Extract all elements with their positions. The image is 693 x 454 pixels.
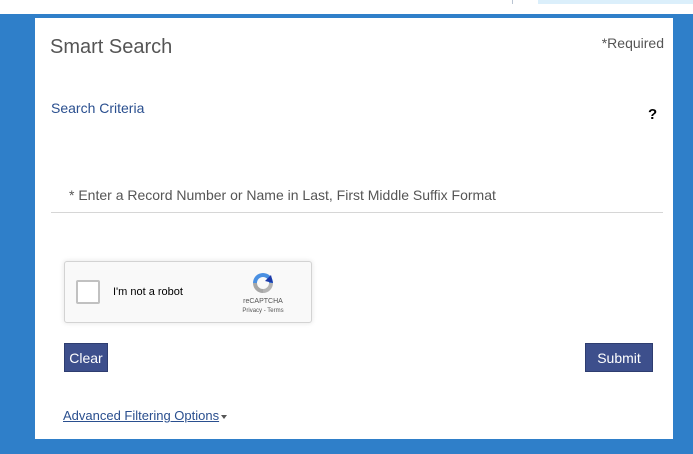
advanced-filtering-toggle[interactable]: Advanced Filtering Options bbox=[63, 408, 228, 423]
top-tab bbox=[538, 0, 693, 4]
recaptcha-checkbox[interactable] bbox=[76, 280, 100, 304]
top-separator bbox=[512, 0, 513, 4]
frame-left-border bbox=[0, 14, 35, 454]
recaptcha-widget: I'm not a robot reCAPTCHA Privacy - Term… bbox=[64, 261, 312, 323]
frame-bottom-border bbox=[35, 439, 673, 454]
frame-right-border bbox=[673, 14, 693, 454]
required-note: *Required bbox=[601, 35, 664, 51]
submit-button[interactable]: Submit bbox=[585, 343, 653, 372]
search-criteria-label: Search Criteria bbox=[51, 100, 145, 116]
question-mark-icon[interactable]: ? bbox=[648, 106, 657, 123]
clear-button[interactable]: Clear bbox=[64, 343, 108, 372]
caret-down-icon bbox=[221, 414, 228, 419]
search-input[interactable] bbox=[51, 178, 663, 213]
page-title: Smart Search bbox=[50, 36, 173, 58]
advanced-filtering-link[interactable]: Advanced Filtering Options bbox=[63, 408, 219, 423]
recaptcha-logo-icon bbox=[253, 273, 273, 293]
recaptcha-privacy-terms[interactable]: Privacy - Terms bbox=[227, 308, 299, 314]
smart-search-panel: Smart Search *Required Search Criteria ?… bbox=[35, 18, 673, 439]
recaptcha-brand: reCAPTCHA bbox=[243, 298, 283, 305]
recaptcha-label: I'm not a robot bbox=[113, 286, 183, 298]
